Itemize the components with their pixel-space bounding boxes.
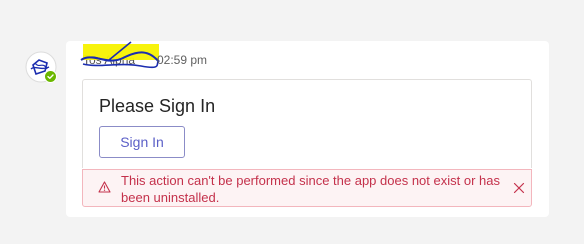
card-title: Please Sign In <box>99 96 216 116</box>
message-timestamp: 02:59 pm <box>157 53 208 67</box>
redaction-scribble <box>80 41 160 69</box>
error-message: This action can't be performed since the… <box>121 173 500 205</box>
presence-available-icon <box>44 70 57 83</box>
error-banner: This action can't be performed since the… <box>82 169 532 207</box>
close-icon[interactable] <box>512 181 526 195</box>
sign-in-button[interactable]: Sign In <box>99 126 185 158</box>
signin-card: Please Sign In Sign In <box>82 79 532 168</box>
warning-icon <box>98 181 111 193</box>
